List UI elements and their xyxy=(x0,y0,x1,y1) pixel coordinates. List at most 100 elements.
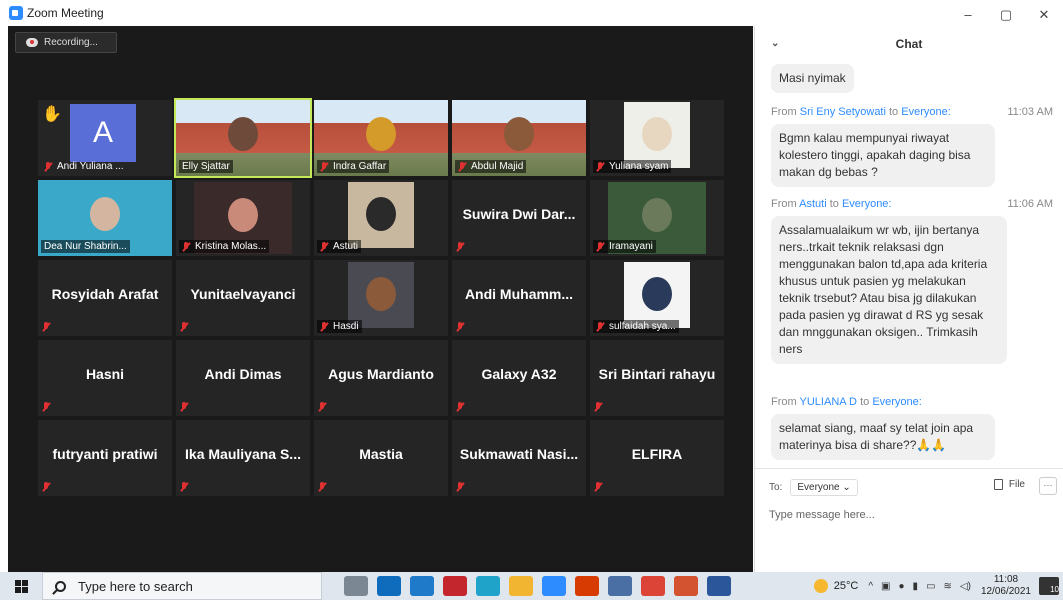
system-tray: 25°C ^ ▣ ● ▮ ▭ ≋ ◁) 11:08 12/06/2021 10 xyxy=(813,572,1063,600)
chevron-down-icon[interactable]: ⌄ xyxy=(771,38,779,49)
microphone-icon[interactable]: ▮ xyxy=(913,581,919,592)
muted-mic-icon xyxy=(596,241,605,252)
taskbar-search[interactable]: Type here to search xyxy=(42,572,322,600)
weather-widget[interactable]: 25°C xyxy=(813,579,858,593)
recipient-name[interactable]: Everyone: xyxy=(842,198,892,210)
notification-center-button[interactable]: 10 xyxy=(1039,577,1059,595)
raised-hand-icon: ✋ xyxy=(42,106,62,123)
participant-tile[interactable]: sulfaidah sya... xyxy=(590,260,724,336)
participant-name: Sri Bintari rahayu xyxy=(598,366,716,382)
participant-tile[interactable]: Indra Gaffar xyxy=(314,100,448,176)
participant-name: Dea Nur Shabrin... xyxy=(41,240,130,253)
tray-app-icon[interactable]: ▣ xyxy=(881,581,890,592)
participant-tile[interactable]: Astuti xyxy=(314,180,448,256)
sender-name[interactable]: Astuti xyxy=(799,198,827,210)
file-button[interactable]: File xyxy=(993,479,1025,490)
mail-icon[interactable] xyxy=(377,576,401,596)
app-l-icon[interactable] xyxy=(410,576,434,596)
participant-name: Andi Dimas xyxy=(204,366,282,382)
start-button[interactable] xyxy=(0,572,42,600)
participant-face xyxy=(366,196,396,231)
powerpoint-icon[interactable] xyxy=(674,576,698,596)
muted-mic-icon xyxy=(42,482,51,492)
taskbar: Type here to search 25°C ^ ▣ ● ▮ ▭ ≋ ◁) … xyxy=(0,572,1063,600)
more-options-button[interactable]: ··· xyxy=(1039,477,1057,495)
muted-mic-icon xyxy=(42,322,51,332)
recording-indicator[interactable]: Recording... xyxy=(15,32,117,53)
message-sender-line: From Astuti to Everyone: xyxy=(771,198,892,210)
muted-mic-icon xyxy=(596,321,605,332)
recipient-name[interactable]: Everyone: xyxy=(901,106,951,118)
task-view-icon[interactable] xyxy=(344,576,368,596)
participant-tile[interactable]: Hasdi xyxy=(314,260,448,336)
participant-tile[interactable]: Sukmawati Nasi... xyxy=(452,420,586,496)
participant-tile[interactable]: Yunitaelvayanci xyxy=(176,260,310,336)
participant-name-text: sulfaidah sya... xyxy=(609,321,676,332)
recipient-name[interactable]: Everyone: xyxy=(872,396,922,408)
participant-tile[interactable]: Mastia xyxy=(314,420,448,496)
volume-icon[interactable]: ◁) xyxy=(960,581,971,592)
participant-tile[interactable]: ELFIRA xyxy=(590,420,724,496)
participant-video xyxy=(624,262,690,328)
participant-name: Indra Gaffar xyxy=(317,160,390,173)
participant-tile[interactable]: Kristina Molas... xyxy=(176,180,310,256)
participant-name-text: Abdul Majid xyxy=(471,161,524,172)
clock[interactable]: 11:08 12/06/2021 xyxy=(981,574,1031,598)
clock-date: 12/06/2021 xyxy=(980,586,1031,597)
security-icon[interactable] xyxy=(443,576,467,596)
chat-messages[interactable]: Masi nyimak From Sri Eny Setyowati to Ev… xyxy=(755,62,1063,468)
app-icon[interactable] xyxy=(608,576,632,596)
participant-name: Abdul Majid xyxy=(455,160,527,173)
file-explorer-icon[interactable] xyxy=(509,576,533,596)
office-icon[interactable] xyxy=(575,576,599,596)
participant-tile[interactable]: Sri Bintari rahayu xyxy=(590,340,724,416)
participant-tile[interactable]: Ika Mauliyana S... xyxy=(176,420,310,496)
participant-tile[interactable]: Yuliana syam xyxy=(590,100,724,176)
muted-mic-icon xyxy=(182,241,191,252)
close-button[interactable]: ✕ xyxy=(1025,0,1063,26)
muted-mic-icon xyxy=(320,321,329,332)
word-icon[interactable] xyxy=(707,576,731,596)
maximize-button[interactable]: ▢ xyxy=(987,0,1025,26)
edge-icon[interactable] xyxy=(476,576,500,596)
battery-icon[interactable]: ▭ xyxy=(926,581,935,592)
search-placeholder: Type here to search xyxy=(78,578,193,594)
minimize-button[interactable]: – xyxy=(949,0,987,26)
participant-tile[interactable]: Andi Muhamm... xyxy=(452,260,586,336)
clock-time: 11:08 xyxy=(993,574,1019,585)
participant-tile[interactable]: Andi Dimas xyxy=(176,340,310,416)
message-text: Assalamualaikum wr wb, ijin bertanya ner… xyxy=(779,223,988,356)
message-input[interactable] xyxy=(769,509,1049,521)
participant-face xyxy=(90,196,120,231)
sender-name[interactable]: YULIANA D xyxy=(800,396,857,408)
participant-tile[interactable]: Suwira Dwi Dar... xyxy=(452,180,586,256)
participant-tile[interactable]: Hasni xyxy=(38,340,172,416)
participant-tile[interactable]: futryanti pratiwi xyxy=(38,420,172,496)
participant-face xyxy=(504,116,534,151)
wifi-icon[interactable]: ≋ xyxy=(944,581,952,592)
message-sender-line: From YULIANA D to Everyone: xyxy=(771,396,922,408)
participant-name: Agus Mardianto xyxy=(328,366,434,382)
sender-name[interactable]: Sri Eny Setyowati xyxy=(800,106,886,118)
participant-face xyxy=(642,116,672,151)
chat-header: ⌄ Chat xyxy=(755,26,1063,62)
chrome-icon[interactable] xyxy=(641,576,665,596)
chat-message: selamat siang, maaf sy telat join apa ma… xyxy=(771,414,995,460)
participant-video xyxy=(348,182,414,248)
participant-tile[interactable]: ✋ A Andi Yuliana ... xyxy=(38,100,172,176)
participant-tile[interactable]: Galaxy A32 xyxy=(452,340,586,416)
participant-tile[interactable]: Dea Nur Shabrin... xyxy=(38,180,172,256)
participant-tile[interactable]: Iramayani xyxy=(590,180,724,256)
muted-mic-icon xyxy=(456,242,465,252)
participant-tile[interactable]: Elly Sjattar xyxy=(174,98,312,178)
muted-mic-icon xyxy=(596,161,605,172)
participant-tile[interactable]: Agus Mardianto xyxy=(314,340,448,416)
recipient-dropdown[interactable]: Everyone ⌄ xyxy=(790,479,858,496)
participant-video xyxy=(624,102,690,168)
chrome-tray-icon[interactable]: ● xyxy=(899,581,905,592)
muted-mic-icon xyxy=(458,161,467,172)
zoom-icon[interactable] xyxy=(542,576,566,596)
participant-tile[interactable]: Abdul Majid xyxy=(452,100,586,176)
chevron-up-icon[interactable]: ^ xyxy=(868,581,873,592)
participant-tile[interactable]: Rosyidah Arafat xyxy=(38,260,172,336)
